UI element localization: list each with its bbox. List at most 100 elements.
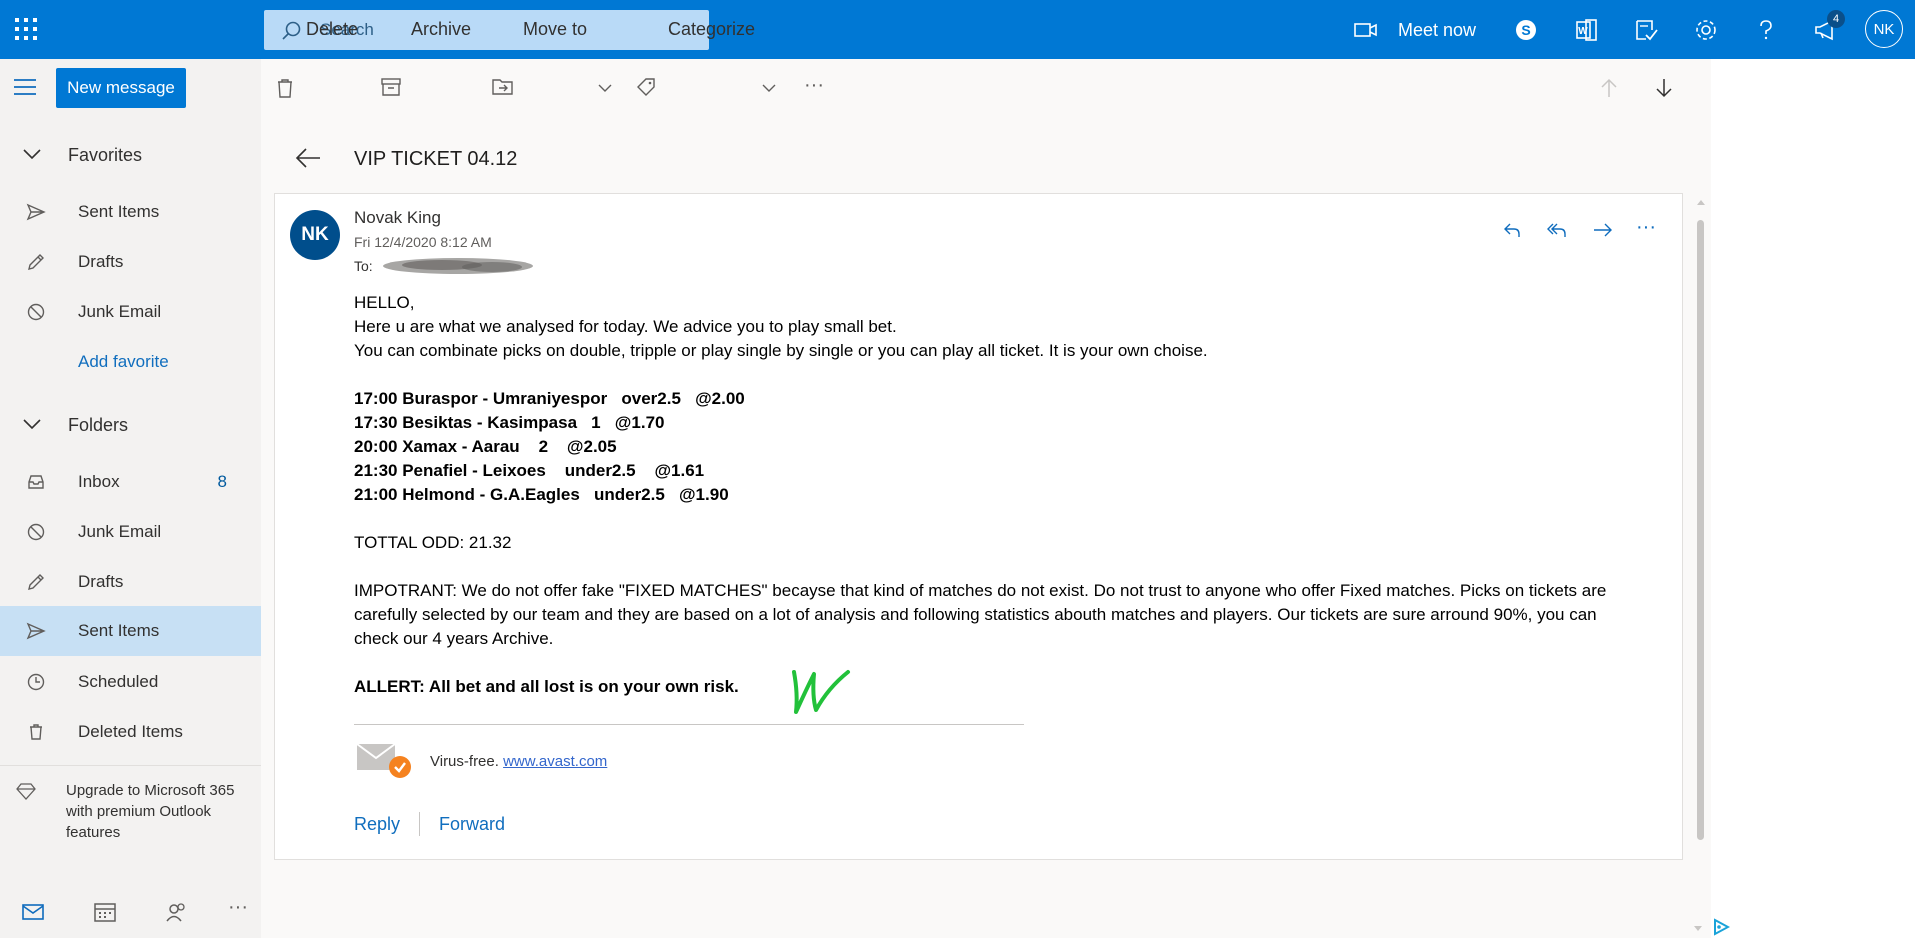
favorite-junk-email[interactable]: Junk Email (0, 288, 261, 336)
nav-label: Junk Email (78, 302, 162, 321)
archive-button[interactable]: Archive (411, 19, 471, 40)
new-message-button[interactable]: New message (56, 68, 186, 108)
gear-icon[interactable] (1692, 16, 1720, 44)
block-icon (27, 523, 45, 541)
move-to-button[interactable]: Move to (523, 19, 587, 40)
user-avatar[interactable]: NK (1865, 10, 1903, 48)
categorize-button[interactable]: Categorize (668, 19, 755, 40)
folder-drafts[interactable]: Drafts (0, 558, 261, 606)
signature-divider (354, 724, 1024, 725)
reply-all-icon[interactable] (1546, 220, 1568, 240)
send-icon (26, 203, 46, 221)
tag-icon[interactable] (636, 77, 656, 97)
scrollbar-thumb[interactable] (1697, 220, 1704, 840)
nav-label: Drafts (78, 572, 124, 591)
forward-button[interactable]: Forward (439, 814, 505, 835)
chevron-down-icon[interactable] (762, 84, 776, 93)
folder-scheduled[interactable]: Scheduled (0, 658, 261, 706)
folder-sent-items[interactable]: Sent Items (0, 606, 261, 656)
upgrade-banner[interactable]: Upgrade to Microsoft 365 with premium Ou… (0, 765, 261, 883)
folders-header[interactable]: Folders (0, 401, 261, 449)
archive-icon[interactable] (381, 78, 401, 96)
move-folder-icon[interactable] (492, 78, 514, 96)
pick-2: 17:30 Besiktas - Kasimpasa 1 @1.70 (354, 413, 665, 432)
more-options-icon[interactable]: ··· (1636, 216, 1656, 239)
favorite-drafts[interactable]: Drafts (0, 238, 261, 286)
forward-icon[interactable] (1592, 220, 1614, 240)
word-icon[interactable]: W (1572, 16, 1600, 44)
ad-choices-icon[interactable] (1712, 918, 1730, 936)
to-label: To: (354, 258, 373, 274)
hamburger-menu-icon[interactable] (14, 78, 36, 96)
send-icon (26, 622, 46, 640)
favorite-sent-items[interactable]: Sent Items (0, 188, 261, 236)
message-body: HELLO, Here u are what we analysed for t… (354, 291, 1614, 699)
arrow-up-icon[interactable] (1600, 78, 1618, 98)
chevron-down-icon (23, 149, 41, 160)
trash-icon[interactable] (276, 78, 294, 98)
pencil-icon (28, 574, 44, 590)
notification-badge: 4 (1827, 10, 1845, 28)
sender-avatar[interactable]: NK (290, 210, 340, 260)
scroll-down-arrow-icon[interactable] (1693, 925, 1703, 933)
pick-1: 17:00 Buraspor - Umraniyespor over2.5 @2… (354, 389, 745, 408)
reply-button[interactable]: Reply (354, 814, 400, 835)
favorites-label: Favorites (68, 145, 143, 165)
redacted-recipient (383, 258, 533, 274)
clock-icon (27, 673, 45, 691)
virus-free-text: Virus-free. (430, 753, 499, 770)
sender-name[interactable]: Novak King (354, 208, 441, 228)
chevron-down-icon[interactable] (598, 84, 612, 93)
delete-button[interactable]: Delete (306, 19, 358, 40)
nav-label: Sent Items (78, 202, 160, 221)
action-separator (419, 812, 420, 836)
diamond-icon (16, 783, 36, 800)
top-bar: Search Meet now S W 4 NK (0, 0, 1915, 59)
total-odd: TOTTAL ODD: 21.32 (354, 533, 512, 552)
block-icon (27, 303, 45, 321)
folder-deleted-items[interactable]: Deleted Items (0, 708, 261, 756)
back-arrow-icon[interactable] (294, 146, 322, 170)
greeting: HELLO, (354, 293, 415, 312)
chevron-down-icon (23, 419, 41, 430)
right-pane (1711, 59, 1915, 938)
pick-4: 21:30 Penafiel - Leixoes under2.5 @1.61 (354, 461, 705, 480)
skype-icon[interactable]: S (1512, 16, 1540, 44)
app-launcher-icon[interactable] (13, 16, 39, 42)
meet-now-button[interactable]: Meet now (1398, 20, 1476, 41)
folders-label: Folders (68, 415, 129, 435)
help-icon[interactable] (1752, 16, 1780, 44)
important-notice: IMPOTRANT: We do not offer fake "FIXED M… (354, 581, 1607, 648)
favorites-header[interactable]: Favorites (0, 131, 261, 179)
folder-inbox[interactable]: Inbox 8 (0, 458, 261, 506)
calendar-icon[interactable] (94, 902, 116, 922)
alert-notice: ALLERT: All bet and all lost is on your … (354, 677, 739, 696)
trash-icon (30, 724, 42, 740)
inbox-icon (28, 475, 44, 489)
nav-label: Sent Items (78, 621, 160, 640)
to-do-icon[interactable] (1632, 16, 1660, 44)
envelope-check-icon (356, 743, 411, 778)
nav-label: Scheduled (78, 672, 159, 691)
avast-link[interactable]: www.avast.com (503, 753, 607, 770)
upgrade-text: Upgrade to Microsoft 365 with premium Ou… (66, 782, 235, 841)
body-line-1: Here u are what we analysed for today. W… (354, 317, 897, 336)
arrow-down-icon[interactable] (1655, 78, 1673, 98)
video-camera-icon[interactable] (1353, 20, 1379, 40)
green-w-mark-icon (792, 670, 850, 714)
people-icon[interactable] (166, 902, 188, 922)
message-subject: VIP TICKET 04.12 (354, 148, 518, 170)
pencil-icon (28, 254, 44, 270)
search-icon (282, 21, 301, 40)
svg-text:S: S (1521, 22, 1530, 38)
add-favorite-link[interactable]: Add favorite (78, 352, 169, 372)
nav-label: Deleted Items (78, 722, 183, 741)
more-actions-button[interactable]: ··· (804, 74, 824, 97)
virus-free-note: Virus-free. www.avast.com (430, 753, 607, 770)
svg-text:W: W (1578, 26, 1588, 37)
folder-junk-email[interactable]: Junk Email (0, 508, 261, 556)
scroll-up-arrow-icon[interactable] (1696, 198, 1706, 206)
reply-icon[interactable] (1502, 220, 1522, 240)
mail-icon[interactable] (22, 904, 44, 920)
more-apps-icon[interactable]: ··· (228, 896, 248, 919)
